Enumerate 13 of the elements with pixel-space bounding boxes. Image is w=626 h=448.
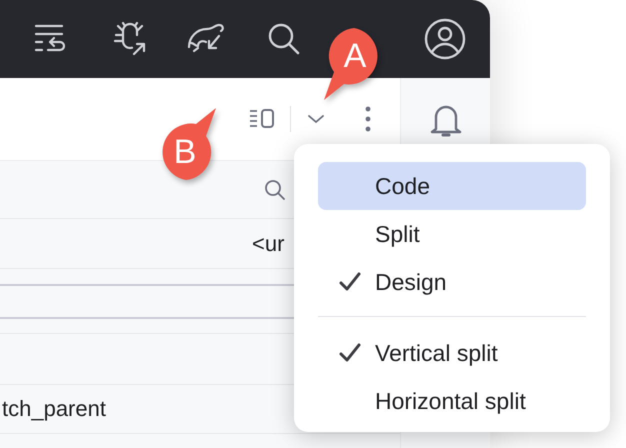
bug-icon[interactable]	[112, 21, 148, 57]
menu-item[interactable]: Vertical split	[318, 329, 586, 377]
menu-item[interactable]: Split	[318, 210, 586, 258]
menu-item[interactable]: Horizontal split	[318, 377, 586, 425]
chevron-down-icon[interactable]	[307, 113, 325, 125]
attribute-value: <ur	[252, 230, 284, 256]
menu-item[interactable]: Design	[318, 258, 586, 306]
profile-icon[interactable]	[424, 18, 466, 60]
search-icon[interactable]	[266, 21, 302, 57]
attribute-value: tch_parent	[2, 396, 106, 422]
search-icon[interactable]	[264, 178, 286, 200]
menu-item[interactable]: Code	[318, 162, 586, 210]
more-icon[interactable]	[365, 106, 371, 132]
